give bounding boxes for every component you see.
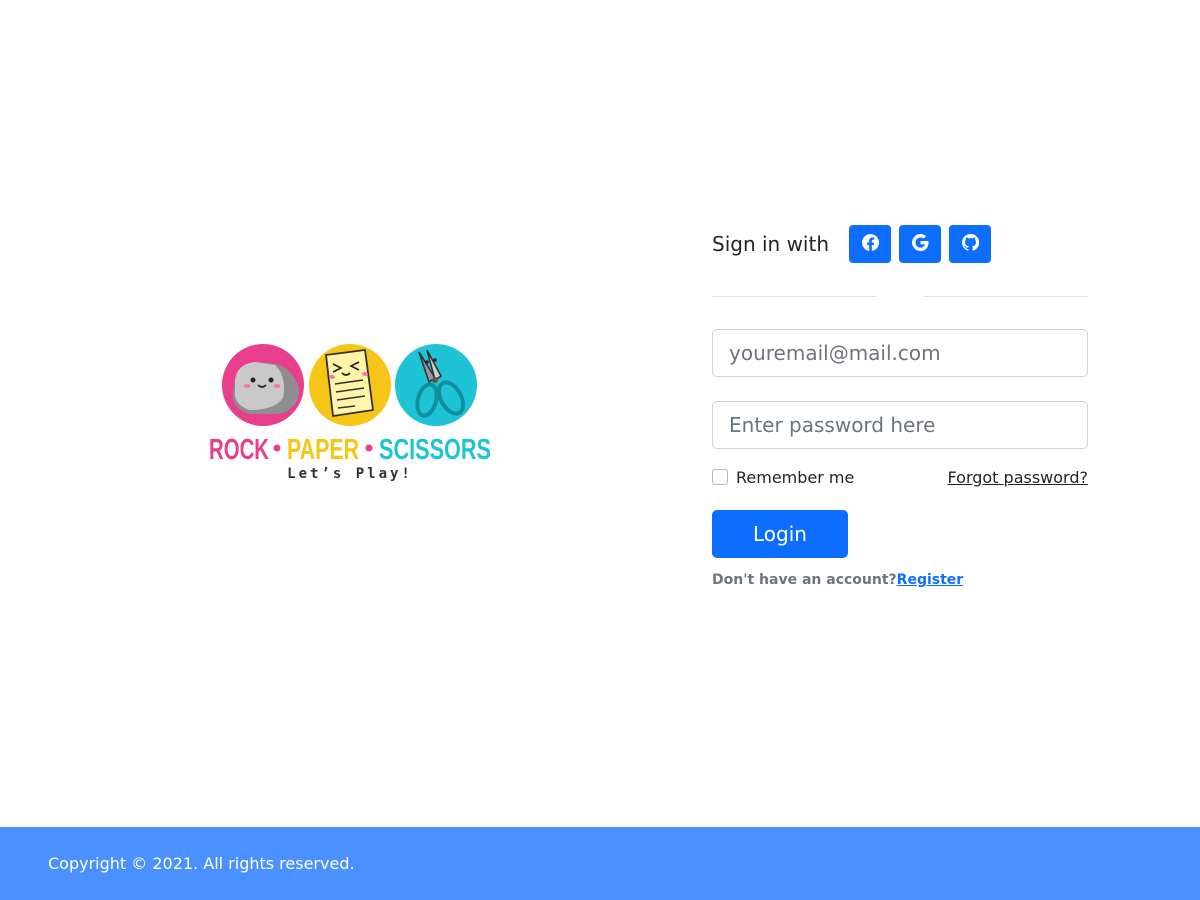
facebook-icon bbox=[861, 234, 879, 254]
footer: Copyright © 2021. All rights reserved. bbox=[0, 827, 1200, 900]
remember-me[interactable]: Remember me bbox=[712, 468, 854, 487]
login-page: ROCK PAPER SCISSORS Let’s Play! Sign in … bbox=[0, 0, 1200, 900]
logo-word-scissors: SCISSORS bbox=[379, 434, 491, 466]
copyright-text: Copyright © 2021. All rights reserved. bbox=[48, 854, 355, 873]
login-options-row: Remember me Forgot password? bbox=[712, 465, 1088, 489]
signin-with-label: Sign in with bbox=[712, 232, 830, 256]
login-form: Sign in with Rememb bbox=[712, 222, 1088, 588]
forgot-password-link[interactable]: Forgot password? bbox=[948, 468, 1088, 487]
google-signin-button[interactable] bbox=[899, 225, 942, 263]
remember-me-label: Remember me bbox=[736, 467, 855, 487]
no-account-text: Don't have an account? bbox=[712, 572, 897, 588]
logo-word-rock: ROCK bbox=[209, 434, 269, 466]
remember-me-checkbox[interactable] bbox=[712, 469, 728, 485]
email-field[interactable] bbox=[712, 329, 1088, 377]
password-field[interactable] bbox=[712, 401, 1088, 449]
divider bbox=[712, 296, 1088, 297]
register-link[interactable]: Register bbox=[897, 572, 964, 588]
logo-tagline: Let’s Play! bbox=[287, 466, 413, 482]
rock-paper-scissors-logo: ROCK PAPER SCISSORS Let’s Play! bbox=[205, 340, 495, 485]
social-signin-row: Sign in with bbox=[712, 222, 1088, 266]
login-button[interactable]: Login bbox=[712, 510, 848, 558]
github-icon bbox=[961, 233, 979, 254]
facebook-signin-button[interactable] bbox=[849, 225, 892, 263]
google-icon bbox=[911, 234, 929, 254]
logo-word-paper: PAPER bbox=[287, 434, 359, 466]
github-signin-button[interactable] bbox=[949, 225, 992, 263]
register-prompt: Don't have an account?Register bbox=[712, 572, 1088, 588]
